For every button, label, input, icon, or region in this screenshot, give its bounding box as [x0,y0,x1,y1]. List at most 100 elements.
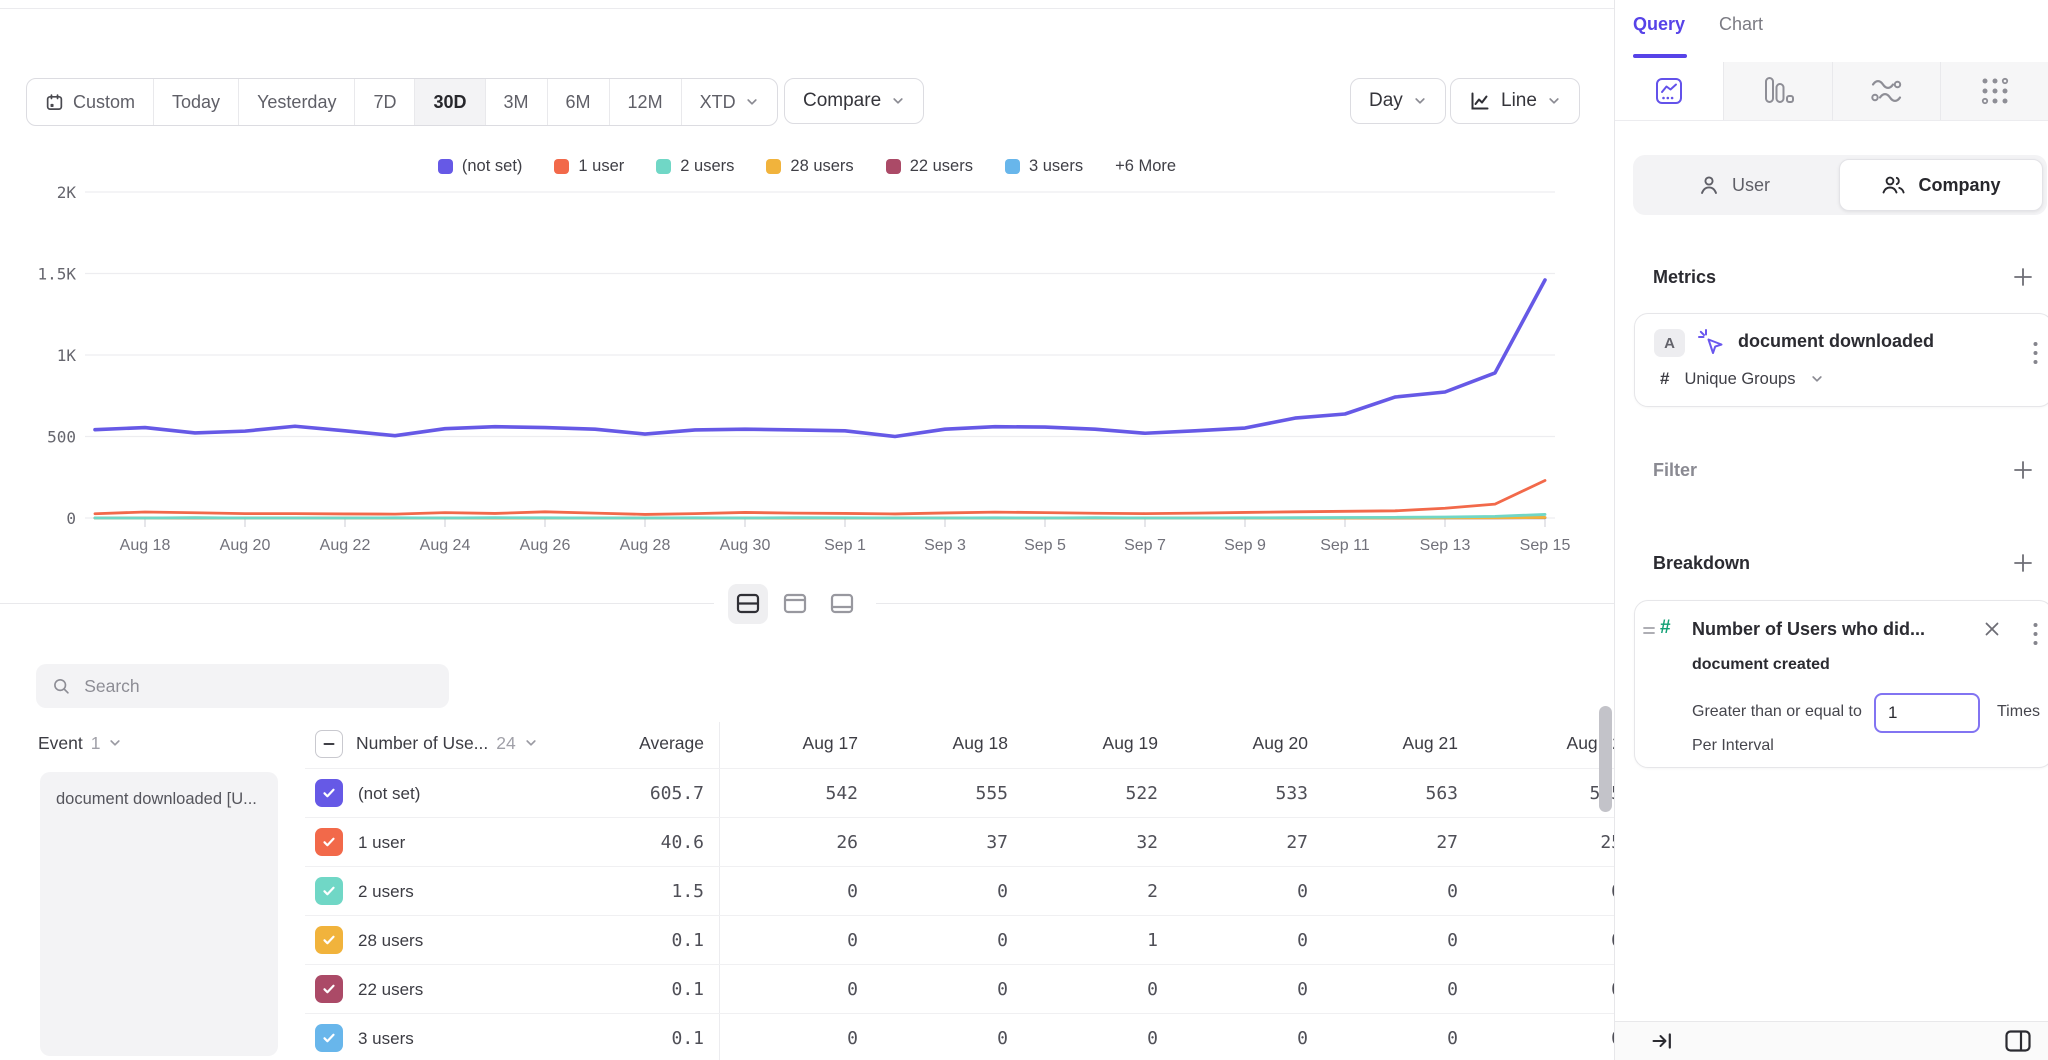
date-range-group: Custom Today Yesterday7D 30D 3M 6M 12M XTD [26,78,778,126]
plus-icon [2012,266,2034,288]
toggle-side-panel-button[interactable] [2005,1030,2031,1052]
compare-button[interactable]: Compare [784,78,924,124]
svg-text:2K: 2K [57,183,77,202]
calendar-icon [45,93,64,112]
kebab-icon [2032,340,2039,366]
hash-icon: # [1660,617,1671,639]
toggle-user[interactable]: User [1633,155,1835,215]
svg-text:Sep 7: Sep 7 [1124,537,1166,554]
range-3m[interactable]: 3M [486,79,548,125]
range-12m[interactable]: 12M [610,79,682,125]
range-label: Today [172,92,220,113]
breakdown-event-name: document created [1692,656,1830,674]
metrics-title: Metrics [1653,267,1716,288]
row-checkbox[interactable] [315,975,343,1003]
layout-split-button[interactable] [728,584,768,624]
query-panel: Query Chart [1614,0,2048,1060]
range-yesterday[interactable]: Yesterday [239,79,355,125]
range-6m[interactable]: 6M [548,79,610,125]
group-header-label: Number of Use... [356,733,488,754]
hash-icon: # [1660,369,1669,389]
chart-type-dropdown[interactable]: Line [1450,78,1580,124]
interval-dropdown[interactable]: Day [1350,78,1446,124]
svg-text:500: 500 [47,428,76,447]
aggregation-dropdown[interactable]: # Unique Groups [1660,369,1824,389]
panel-footer [1615,1021,2048,1060]
person-icon [1698,174,1720,196]
svg-text:Sep 13: Sep 13 [1420,537,1471,554]
chart-type-bar-tab[interactable] [1723,62,1832,120]
svg-text:Aug 20: Aug 20 [220,537,271,554]
row-checkbox[interactable] [315,779,343,807]
vertical-scrollbar[interactable] [1599,706,1612,812]
table-row: 22 users0.1000000 [0,965,1614,1014]
chevron-down-icon [1810,372,1824,386]
check-icon [320,931,338,949]
add-filter-button[interactable] [2012,459,2034,481]
search-input[interactable] [82,675,433,698]
event-count: 1 [91,733,101,754]
chevron-down-icon [108,736,122,750]
event-column-header[interactable]: Event 1 [38,727,122,759]
cell-value: 0 [1422,1014,1622,1060]
add-metric-button[interactable] [2012,266,2034,288]
svg-text:Sep 5: Sep 5 [1024,537,1066,554]
svg-text:Sep 11: Sep 11 [1320,537,1370,554]
svg-text:0: 0 [66,509,76,528]
event-sparkle-icon [1696,327,1726,362]
row-label: 22 users [358,965,423,1014]
layout-toggle-group [714,583,876,625]
row-checkbox[interactable] [315,926,343,954]
cell-value: 0 [1422,916,1622,965]
arrow-to-bar-icon [1651,1030,1673,1052]
plus-icon [2012,459,2034,481]
range-xtd[interactable]: XTD [682,79,777,125]
svg-text:Aug 24: Aug 24 [420,537,471,554]
chart-type-scatter-tab[interactable] [1940,62,2048,120]
layout-split-icon [736,593,760,615]
svg-text:Sep 15: Sep 15 [1520,537,1571,554]
tab-chart[interactable]: Chart [1719,14,1763,35]
chart-type-flow-tab[interactable] [1832,62,1941,120]
interval-label: Day [1369,90,1403,112]
remove-breakdown-button[interactable] [1983,620,2001,638]
tab-query[interactable]: Query [1633,14,1685,35]
chart-type-line-tab[interactable] [1615,62,1723,120]
add-breakdown-button[interactable] [2012,552,2034,574]
analytics-app: Custom Today Yesterday7D 30D 3M 6M 12M XTD Comp… [0,0,2048,1060]
select-all-checkbox[interactable] [315,730,343,758]
range-label: 12M [628,92,663,113]
range-7d[interactable]: 7D [355,79,415,125]
collapse-panel-button[interactable] [1651,1030,1673,1052]
range-today[interactable]: Today [154,79,239,125]
scatter-grid-icon [1980,76,2010,106]
row-label: 3 users [358,1014,414,1060]
line-chart-icon [1469,90,1491,112]
people-icon [1881,174,1906,196]
range-30d[interactable]: 30D [415,79,485,125]
kebab-icon [2032,621,2039,647]
row-checkbox[interactable] [315,877,343,905]
svg-text:Aug 30: Aug 30 [720,537,771,554]
toggle-company[interactable]: Company [1839,159,2043,211]
aggregation-label: Unique Groups [1684,370,1795,389]
indeterminate-icon [322,737,336,751]
range-label: 30D [433,92,466,113]
drag-handle-icon[interactable] [1642,623,1656,637]
metric-card[interactable]: A document downloaded # Unique Groups [1634,313,2048,407]
layout-table-only-button[interactable] [822,584,862,624]
metric-menu-button[interactable] [2032,340,2039,366]
breakdown-card: # Number of Users who did... document cr… [1634,600,2048,768]
breakdown-value-input[interactable] [1874,693,1980,733]
panel-right-icon [2005,1030,2031,1052]
breakdown-condition-label: Greater than or equal to [1692,703,1862,721]
range-label: 3M [504,92,529,113]
layout-chart-only-button[interactable] [775,584,815,624]
breakdown-menu-button[interactable] [2032,621,2039,647]
table-row: (not set)605.7542555522533563535 [0,769,1614,818]
row-checkbox[interactable] [315,828,343,856]
row-checkbox[interactable] [315,1024,343,1052]
bar-chart-icon [1762,76,1794,106]
range-custom[interactable]: Custom [27,79,154,125]
search-box [36,664,449,708]
